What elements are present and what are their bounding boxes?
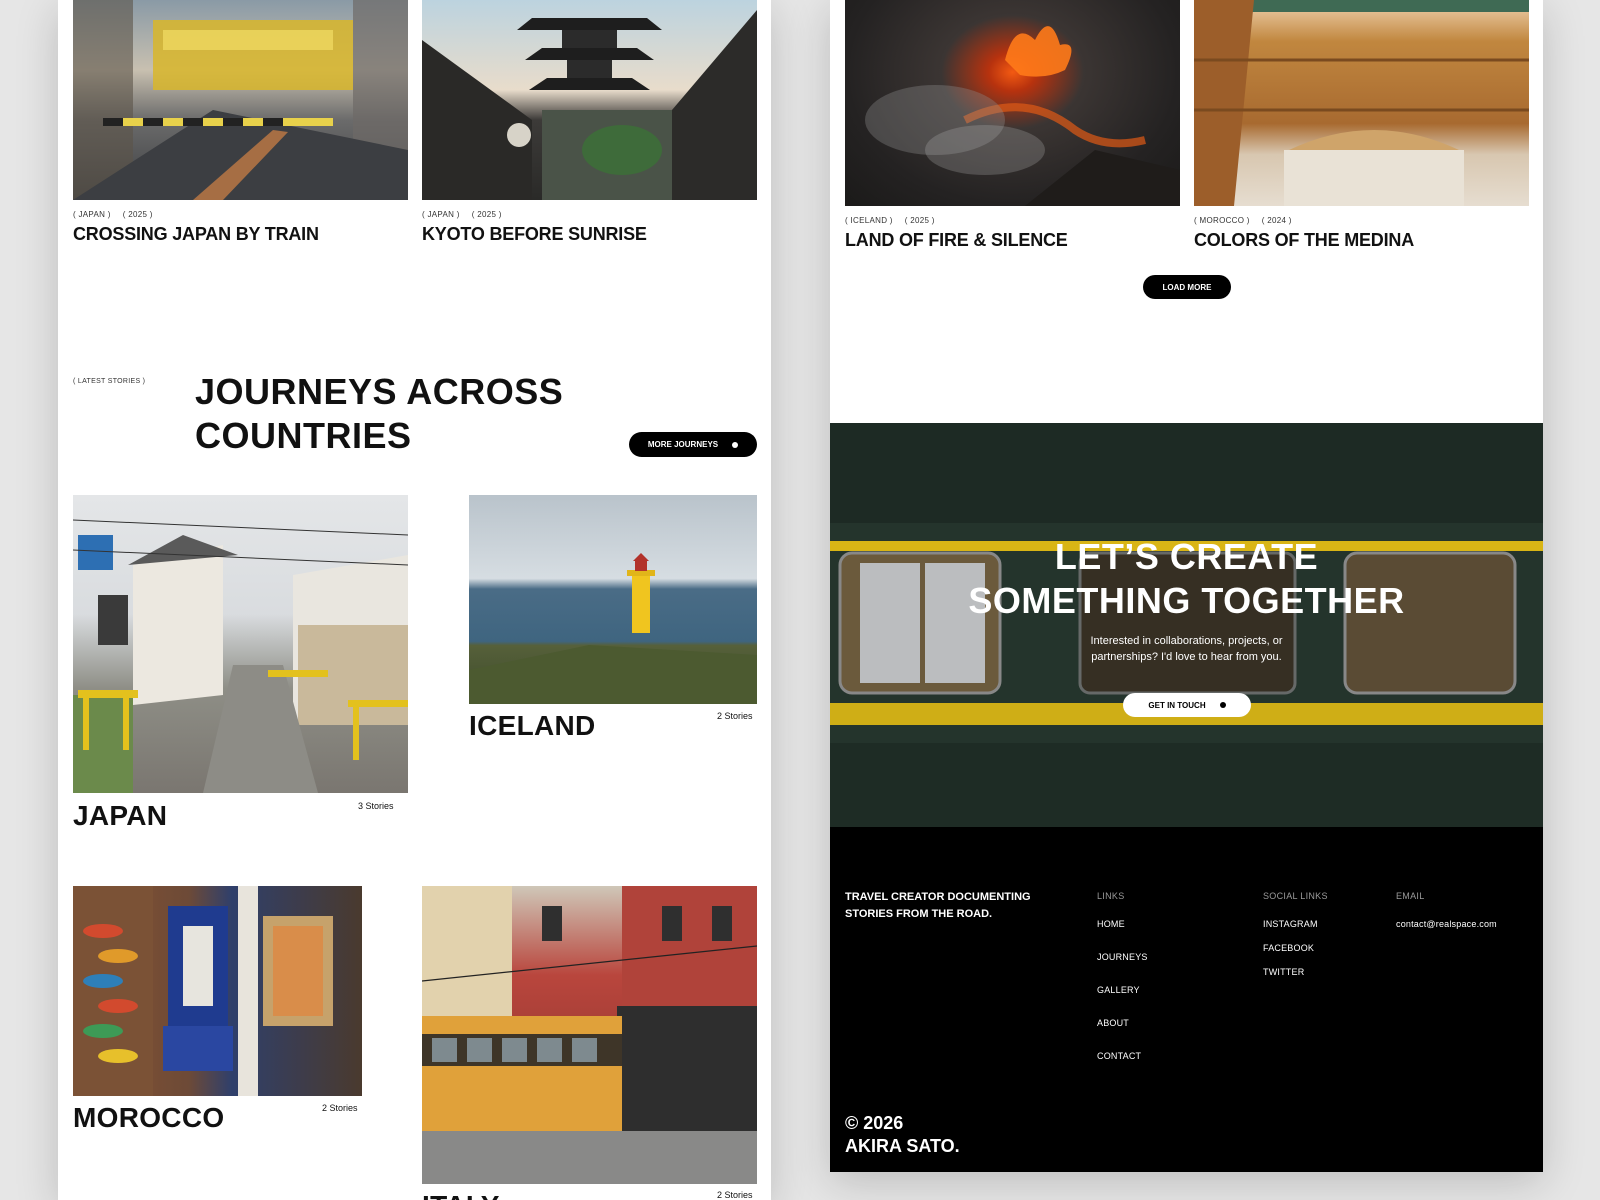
country-name[interactable]: ICELAND xyxy=(469,710,596,742)
story-count: 3 Stories xyxy=(358,801,394,811)
story-country-tag: ( ICELAND ) xyxy=(845,216,893,225)
country-image-italy[interactable] xyxy=(422,886,757,1184)
footer-link-journeys[interactable]: JOURNEYS xyxy=(1097,952,1148,962)
footer-tagline: TRAVEL CREATOR DOCUMENTING STORIES FROM … xyxy=(845,891,1031,920)
story-country-tag: ( MOROCCO ) xyxy=(1194,216,1250,225)
story-meta: ( ICELAND ) ( 2025 ) xyxy=(845,216,947,225)
story-count: 2 Stories xyxy=(322,1103,358,1113)
left-page: ( JAPAN ) ( 2025 ) CROSSING JAPAN BY TRAI… xyxy=(58,0,771,1200)
copyright: © 2026 AKIRA SATO. xyxy=(845,1113,960,1156)
links-heading: LINKS xyxy=(1097,891,1125,901)
story-meta: ( JAPAN ) ( 2025 ) xyxy=(73,210,165,219)
cta-title: LET’S CREATE SOMETHING TOGETHER xyxy=(830,535,1543,623)
footer-link-facebook[interactable]: FACEBOOK xyxy=(1263,943,1314,953)
cta-subtitle: Interested in collaborations, projects, … xyxy=(830,633,1543,665)
story-title[interactable]: KYOTO BEFORE SUNRISE xyxy=(422,224,647,245)
story-year-tag: ( 2025 ) xyxy=(471,210,502,219)
footer: TRAVEL CREATOR DOCUMENTING STORIES FROM … xyxy=(830,827,1543,1172)
dot-icon xyxy=(732,441,739,448)
story-title[interactable]: COLORS OF THE MEDINA xyxy=(1194,230,1414,251)
country-image-japan[interactable] xyxy=(73,495,408,793)
story-count: 2 Stories xyxy=(717,1190,753,1200)
footer-link-about[interactable]: ABOUT xyxy=(1097,1018,1129,1028)
cta-title-line: LET’S CREATE xyxy=(1054,536,1319,577)
right-page: ( ICELAND ) ( 2025 ) LAND OF FIRE & SILEN… xyxy=(830,0,1543,1172)
email-heading: EMAIL xyxy=(1396,891,1425,901)
story-year-tag: ( 2025 ) xyxy=(122,210,153,219)
story-image-kyoto[interactable] xyxy=(422,0,757,200)
more-journeys-button[interactable]: MORE JOURNEYS xyxy=(629,432,757,457)
get-in-touch-label: GET IN TOUCH xyxy=(1148,700,1206,710)
country-image-iceland[interactable] xyxy=(469,495,757,704)
story-meta: ( MOROCCO ) ( 2024 ) xyxy=(1194,216,1304,225)
dot-icon xyxy=(1219,702,1226,708)
section-label: ( LATEST STORIES ) xyxy=(73,378,146,385)
social-heading: SOCIAL LINKS xyxy=(1263,891,1328,901)
footer-email-link[interactable]: contact@realspace.com xyxy=(1396,919,1497,929)
story-meta: ( JAPAN ) ( 2025 ) xyxy=(422,210,514,219)
get-in-touch-button[interactable]: GET IN TOUCH xyxy=(1123,693,1251,717)
cta-subtitle-line: Interested in collaborations, projects, … xyxy=(1090,635,1283,647)
country-name[interactable]: ITALY xyxy=(422,1190,500,1200)
story-image-crossing-japan[interactable] xyxy=(73,0,408,200)
section-title-line: COUNTRIES xyxy=(195,415,412,456)
footer-link-home[interactable]: HOME xyxy=(1097,919,1125,929)
more-journeys-label: MORE JOURNEYS xyxy=(647,440,719,449)
footer-link-twitter[interactable]: TWITTER xyxy=(1263,967,1304,977)
load-more-button[interactable]: LOAD MORE xyxy=(1143,275,1231,299)
country-name[interactable]: JAPAN xyxy=(73,800,167,832)
story-count: 2 Stories xyxy=(717,711,753,721)
country-image-morocco[interactable] xyxy=(73,886,362,1096)
cta-subtitle-line: partnerships? I'd love to hear from you. xyxy=(1091,651,1282,663)
story-country-tag: ( JAPAN ) xyxy=(73,210,111,219)
story-image-land-of-fire[interactable] xyxy=(845,0,1180,206)
footer-link-instagram[interactable]: INSTAGRAM xyxy=(1263,919,1318,929)
section-title-line: JOURNEYS ACROSS xyxy=(195,371,564,412)
story-country-tag: ( JAPAN ) xyxy=(422,210,460,219)
story-image-colors-of-medina[interactable] xyxy=(1194,0,1529,206)
story-year-tag: ( 2025 ) xyxy=(904,216,935,225)
cta-banner xyxy=(830,423,1543,827)
story-title[interactable]: LAND OF FIRE & SILENCE xyxy=(845,230,1068,251)
country-name[interactable]: MOROCCO xyxy=(73,1102,224,1134)
footer-link-contact[interactable]: CONTACT xyxy=(1097,1051,1141,1061)
section-title: JOURNEYS ACROSS COUNTRIES xyxy=(195,370,563,458)
footer-link-gallery[interactable]: GALLERY xyxy=(1097,985,1140,995)
story-year-tag: ( 2024 ) xyxy=(1261,216,1292,225)
story-title[interactable]: CROSSING JAPAN BY TRAIN xyxy=(73,224,319,245)
cta-title-line: SOMETHING TOGETHER xyxy=(968,580,1405,621)
